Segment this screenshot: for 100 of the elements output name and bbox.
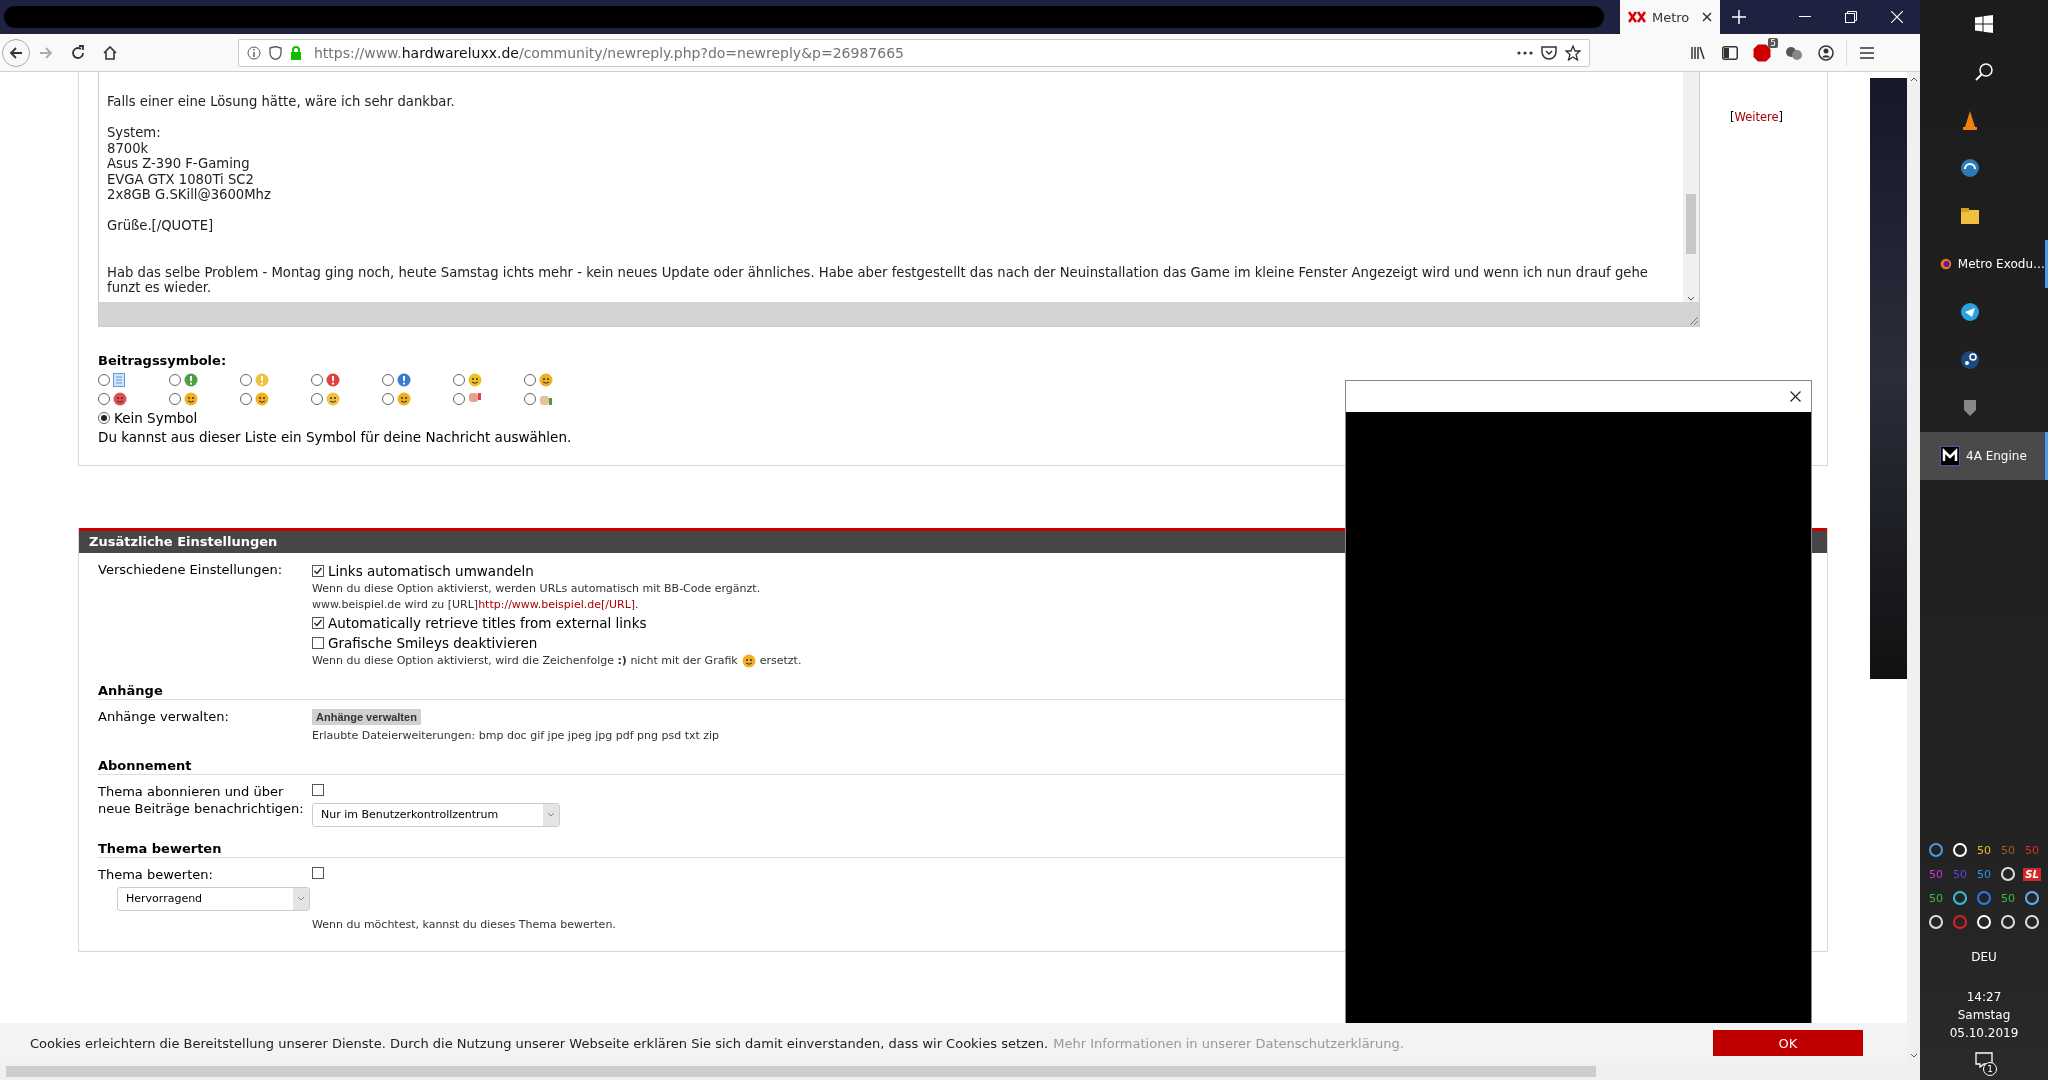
radio-button[interactable] [98,373,110,386]
radio-button[interactable] [453,373,465,386]
radio-button[interactable] [524,392,536,405]
caret-icon [297,896,305,901]
scrollbar-thumb[interactable] [1686,193,1696,254]
windows-logo-icon[interactable] [1975,15,1993,33]
fps-reading: 50 [1977,843,1991,857]
message-line: 8700k [107,140,150,156]
notification-dropdown[interactable]: Nur im Benutzerkontrollzentrum [312,802,560,827]
horizontal-scrollbar[interactable] [0,1063,1920,1080]
page-scrollbar[interactable] [1907,72,1920,1063]
menu-icon[interactable] [1859,45,1875,60]
hint-text: Du kannst aus dieser Liste ein Symbol für deine Nachricht auswählen. [98,428,573,445]
radio-button[interactable] [98,411,110,424]
notification-count: 1 [1983,1062,1997,1076]
checkbox[interactable] [312,783,324,796]
message-line: Asus Z-390 F-Gaming [107,156,251,172]
fps-reading: 50 [2025,843,2039,857]
taskbar-app[interactable]: Metro Exodu… [1920,240,2048,288]
scroll-up-icon[interactable] [1909,76,1918,82]
radio-button[interactable] [382,373,394,386]
radio-button[interactable] [98,392,110,405]
radio-button[interactable] [169,373,181,386]
radio-button[interactable] [311,373,323,386]
radio-button[interactable] [382,392,394,405]
extension-icon[interactable] [1785,45,1803,60]
caret-icon [547,812,555,817]
restore-icon[interactable] [1845,11,1857,23]
manage-attachments-button[interactable]: Anhänge verwalten [312,708,421,725]
back-icon[interactable] [8,44,24,61]
example-text: . [635,597,639,611]
clock-time[interactable]: 14:27 [1920,988,2048,1006]
allowed-extensions-text: Erlaubte Dateierweiterungen: bmp doc gif jpe jpeg jpg pdf png psd txt zip [312,727,721,744]
close-icon[interactable] [1790,391,1801,402]
clock-date[interactable]: 05.10.2019 [1920,1024,2048,1042]
rating-dropdown[interactable]: Hervorragend [117,886,310,911]
radio-button[interactable] [453,392,465,405]
tray-badge[interactable]: SL [2023,867,2041,881]
library-icon[interactable] [1690,44,1706,61]
tab-title: Metro [1652,9,1691,25]
headset-icon [1960,158,1980,178]
section-title: Beitragssymbole: [98,352,228,368]
checkbox[interactable] [312,616,324,629]
radio-button[interactable] [240,373,252,386]
radio-button[interactable] [311,392,323,405]
more-icon[interactable] [1517,50,1533,55]
checkbox[interactable] [312,866,324,879]
info-icon[interactable] [247,45,261,60]
smiley-icon [326,391,340,406]
minimize-icon[interactable] [1799,16,1811,18]
address-bar[interactable]: https://www.hardwareluxx.de/community/newreply.php?do=newreply&p=26987665 [238,38,1590,67]
message-line: Grüße.[/QUOTE] [107,218,215,234]
scroll-down-icon[interactable] [1909,1053,1918,1059]
folder-icon [1960,206,1980,226]
radio-button[interactable] [169,392,181,405]
radio-button[interactable] [524,373,536,386]
setting-label: Verschiedene Einstellungen: [98,560,284,579]
taskbar-app[interactable]: 4A Engine [1920,432,2048,480]
scrollbar-thumb[interactable] [6,1066,1596,1077]
account-icon[interactable] [1818,44,1834,61]
example-text: www.beispiel.de wird zu [URL] [312,597,479,611]
close-icon[interactable] [1702,12,1712,22]
sidebar-icon[interactable] [1722,45,1738,60]
fps-reading: 50 [1953,867,1967,881]
new-tab-icon[interactable] [1732,10,1746,24]
app-icon [1960,350,1980,370]
fps-reading: 50 [1977,867,1991,881]
example-link[interactable]: http://www.beispiel.de[/URL] [478,597,636,611]
setting-label: Thema bewerten: [98,865,214,883]
setting-label: Thema abonnieren und über neue Beiträge benachrichtigen: [98,782,305,818]
logo-icon [1940,446,1960,466]
smiley-icon [255,391,269,406]
angry-smiley-icon [113,391,127,406]
message-text: Hab das selbe Problem - Montag ging noch, heute Samstag ichts mehr - kein neues Update oder ähnliches. Habe aber festgestellt das nach der Neuinstallation das Game im kleine Fenster Angezeigt wird und wenn ich nun drauf gehe funzt es wieder. [107,264,1649,296]
clock-day[interactable]: Samstag [1920,1006,2048,1024]
reload-icon[interactable] [70,44,86,61]
more-link[interactable]: Weitere [1734,110,1779,124]
browser-tab[interactable]: Metro [1620,0,1720,34]
radio-button[interactable] [240,392,252,405]
traffic-cone-icon [1960,110,1980,130]
scrollbar[interactable] [1683,72,1699,302]
search-icon[interactable] [1975,63,1993,81]
language-indicator[interactable]: DEU [1920,948,2048,966]
fps-reading: 50 [1929,867,1943,881]
message-line: System: [107,125,162,141]
checkbox[interactable] [312,636,324,649]
option-description: Wenn du diese Option aktivierst, wird die Zeichenfolge :) nicht mit der Grafik [312,652,738,669]
hint-text: Wenn du möchtest, kannst du dieses Thema bewerten. [312,916,617,933]
home-icon[interactable] [102,44,118,61]
checkbox[interactable] [312,564,324,577]
pocket-icon[interactable] [1541,44,1557,61]
document-icon [113,372,125,387]
grin-smiley-icon [184,391,198,406]
bookmark-star-icon[interactable] [1565,44,1581,61]
option-description: ersetzt. [759,652,802,669]
fps-reading: 50 [2001,891,2015,905]
lock-icon [290,45,302,60]
stop-sign-icon[interactable] [1753,43,1771,62]
ok-button[interactable]: OK [1713,1030,1863,1056]
scroll-down-icon[interactable] [1687,295,1695,302]
